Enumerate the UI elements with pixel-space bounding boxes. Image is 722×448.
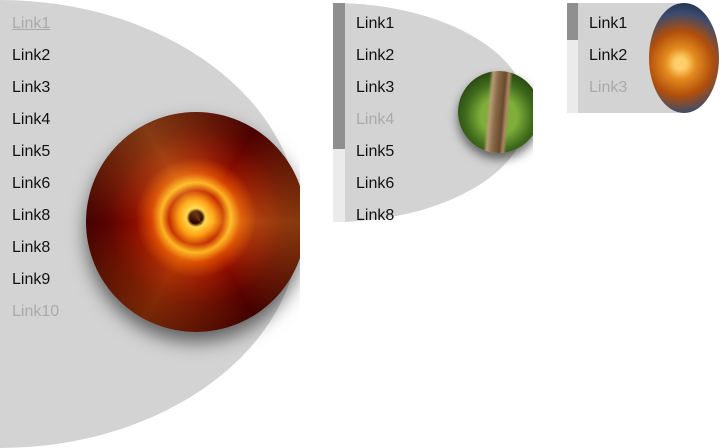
link-item[interactable]: Link5: [12, 143, 50, 161]
link-item[interactable]: Link2: [12, 47, 50, 65]
link-item[interactable]: Link3: [589, 79, 627, 97]
link-item[interactable]: Link1: [356, 15, 394, 33]
sphere-image: [649, 3, 719, 113]
link-item[interactable]: Link8: [12, 207, 50, 225]
link-item[interactable]: Link6: [12, 175, 50, 193]
spiral-image: [86, 112, 300, 332]
scrollbar-thumb[interactable]: [567, 3, 578, 40]
link-item[interactable]: Link3: [12, 79, 50, 97]
link-item[interactable]: Link5: [356, 143, 394, 161]
link-item[interactable]: Link2: [589, 47, 627, 65]
link-item[interactable]: Link9: [12, 271, 50, 289]
link-item[interactable]: Link3: [356, 79, 394, 97]
link-item[interactable]: Link6: [356, 175, 394, 193]
circular-menu-large: Link1 Link2 Link3 Link4 Link5 Link6 Link…: [0, 0, 300, 448]
link-item[interactable]: Link2: [356, 47, 394, 65]
link-item[interactable]: Link1: [589, 15, 627, 33]
scrollbar[interactable]: [567, 3, 578, 113]
link-item[interactable]: Link4: [356, 111, 394, 129]
scrollbar[interactable]: [333, 3, 345, 222]
scrollbar-thumb[interactable]: [333, 3, 345, 149]
link-item[interactable]: Link1: [12, 15, 50, 33]
circular-menu-small: Link1 Link2 Link3: [567, 3, 720, 113]
circular-menu-medium: Link1 Link2 Link3 Link4 Link5 Link6 Link…: [333, 3, 533, 222]
link-item[interactable]: Link8: [12, 239, 50, 257]
forest-image: [458, 71, 533, 153]
link-item[interactable]: Link10: [12, 303, 59, 321]
link-item[interactable]: Link8: [356, 207, 394, 222]
link-item[interactable]: Link4: [12, 111, 50, 129]
